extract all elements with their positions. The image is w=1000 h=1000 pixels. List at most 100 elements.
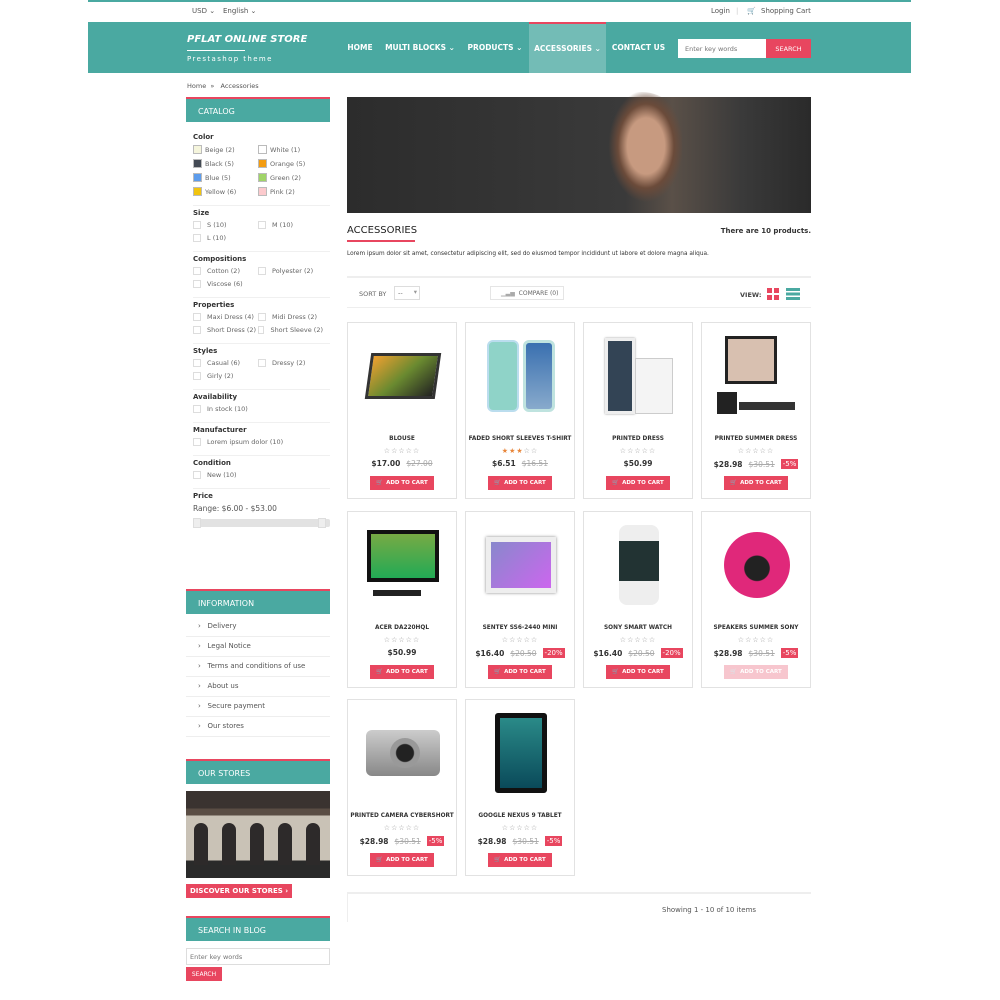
color-swatch[interactable] <box>193 145 202 154</box>
color-swatch[interactable] <box>193 173 202 182</box>
product-card[interactable]: SPEAKERS SUMMER SONY ☆☆☆☆☆ $28.98 $30.51-… <box>701 511 811 688</box>
product-image[interactable] <box>599 333 679 418</box>
breadcrumb-home[interactable]: Home <box>187 82 206 90</box>
filter-option[interactable]: Cotton (2) <box>193 267 258 275</box>
checkbox[interactable] <box>193 359 201 367</box>
product-name[interactable]: GOOGLE NEXUS 9 TABLET <box>466 813 574 819</box>
color-swatch[interactable] <box>258 145 267 154</box>
add-to-cart-button[interactable]: 🛒 ADD TO CART <box>724 665 788 679</box>
product-image[interactable] <box>717 522 797 607</box>
add-to-cart-button[interactable]: 🛒 ADD TO CART <box>606 476 670 490</box>
shopping-cart-link[interactable]: Shopping Cart <box>761 7 811 15</box>
checkbox[interactable] <box>193 326 201 334</box>
discover-stores-button[interactable]: DISCOVER OUR STORES › <box>186 884 293 898</box>
filter-option[interactable]: Dressy (2) <box>258 359 323 367</box>
filter-option[interactable]: Midi Dress (2) <box>258 313 323 321</box>
product-card[interactable]: FADED SHORT SLEEVES T-SHIRT ★★★☆☆ $6.51 $… <box>465 322 575 499</box>
product-card[interactable]: SONY SMART WATCH ☆☆☆☆☆ $16.40 $20.50 -20% … <box>583 511 693 688</box>
compare-button[interactable]: ▁▃▅ COMPARE (0) <box>490 286 564 300</box>
filter-option[interactable]: In stock (10) <box>193 405 323 413</box>
checkbox[interactable] <box>258 359 266 367</box>
search-input[interactable] <box>678 39 766 58</box>
filter-option[interactable]: S (10) <box>193 221 258 229</box>
color-filter-option[interactable]: Black (5) <box>193 159 258 168</box>
checkbox[interactable] <box>258 221 266 229</box>
add-to-cart-button[interactable]: 🛒 ADD TO CART <box>488 665 552 679</box>
slider-handle-min[interactable] <box>193 518 201 528</box>
product-card[interactable]: GOOGLE NEXUS 9 TABLET ☆☆☆☆☆ $28.98 $30.51… <box>465 699 575 876</box>
checkbox[interactable] <box>193 405 201 413</box>
product-card[interactable]: PRINTED CAMERA CYBERSHORT ☆☆☆☆☆ $28.98 $3… <box>347 699 457 876</box>
color-swatch[interactable] <box>193 159 202 168</box>
product-card[interactable]: ACER DA220HQL ☆☆☆☆☆ $50.99 🛒 ADD TO CART <box>347 511 457 688</box>
product-image[interactable] <box>599 522 679 607</box>
checkbox[interactable] <box>258 267 266 275</box>
nav-accessories[interactable]: ACCESSORIES ⌄ <box>529 22 606 73</box>
nav-products[interactable]: PRODUCTS ⌄ <box>462 22 528 73</box>
information-link[interactable]: › Terms and conditions of use <box>186 657 330 677</box>
checkbox[interactable] <box>193 280 201 288</box>
color-swatch[interactable] <box>193 187 202 196</box>
filter-option[interactable]: Short Sleeve (2) <box>258 326 323 334</box>
checkbox[interactable] <box>193 267 201 275</box>
filter-option[interactable]: Short Dress (2) <box>193 326 258 334</box>
product-card[interactable]: PRINTED SUMMER DRESS ☆☆☆☆☆ $28.98 $30.51-… <box>701 322 811 499</box>
checkbox[interactable] <box>193 234 201 242</box>
product-name[interactable]: ACER DA220HQL <box>348 625 456 631</box>
blog-search-button[interactable]: SEARCH <box>186 967 222 981</box>
blog-search-input[interactable] <box>186 948 330 965</box>
filter-option[interactable]: New (10) <box>193 471 323 479</box>
checkbox[interactable] <box>193 313 201 321</box>
checkbox[interactable] <box>193 221 201 229</box>
color-filter-option[interactable]: Orange (5) <box>258 159 323 168</box>
currency-selector[interactable]: USD ⌄ <box>192 7 215 15</box>
product-name[interactable]: PRINTED CAMERA CYBERSHORT <box>348 813 456 819</box>
product-name[interactable]: SPEAKERS SUMMER SONY <box>702 625 810 631</box>
checkbox[interactable] <box>258 326 265 334</box>
add-to-cart-button[interactable]: 🛒 ADD TO CART <box>488 853 552 867</box>
product-name[interactable]: FADED SHORT SLEEVES T-SHIRT <box>466 436 574 442</box>
slider-handle-max[interactable] <box>318 518 326 528</box>
information-link[interactable]: › Our stores <box>186 717 330 737</box>
add-to-cart-button[interactable]: 🛒 ADD TO CART <box>370 665 434 679</box>
sort-select[interactable]: -- ▾ <box>394 286 420 300</box>
product-image[interactable] <box>363 333 443 418</box>
nav-multi-blocks[interactable]: MULTI BLOCKS ⌄ <box>382 22 458 73</box>
product-name[interactable]: SENTEY SS6-2440 MINI <box>466 625 574 631</box>
information-link[interactable]: › Legal Notice <box>186 637 330 657</box>
logo-title[interactable]: PFLAT ONLINE STORE <box>187 34 307 45</box>
list-view-icon[interactable] <box>786 288 800 300</box>
information-link[interactable]: › Delivery <box>186 617 330 637</box>
product-name[interactable]: PRINTED SUMMER DRESS <box>702 436 810 442</box>
filter-option[interactable]: M (10) <box>258 221 323 229</box>
login-link[interactable]: Login <box>711 7 730 15</box>
product-image[interactable] <box>363 522 443 607</box>
color-filter-option[interactable]: Green (2) <box>258 173 323 182</box>
color-filter-option[interactable]: Blue (5) <box>193 173 258 182</box>
color-swatch[interactable] <box>258 159 267 168</box>
add-to-cart-button[interactable]: 🛒 ADD TO CART <box>370 476 434 490</box>
information-link[interactable]: › About us <box>186 677 330 697</box>
checkbox[interactable] <box>193 471 201 479</box>
color-swatch[interactable] <box>258 187 267 196</box>
checkbox[interactable] <box>193 438 201 446</box>
filter-option[interactable]: Casual (6) <box>193 359 258 367</box>
nav-contact-us[interactable]: CONTACT US <box>606 22 671 73</box>
filter-option[interactable]: Polyester (2) <box>258 267 323 275</box>
filter-option[interactable]: L (10) <box>193 234 258 242</box>
color-filter-option[interactable]: Yellow (6) <box>193 187 258 196</box>
product-name[interactable]: SONY SMART WATCH <box>584 625 692 631</box>
filter-option[interactable]: Maxi Dress (4) <box>193 313 258 321</box>
filter-option[interactable]: Girly (2) <box>193 372 258 380</box>
nav-home[interactable]: HOME <box>340 22 380 73</box>
product-card[interactable]: SENTEY SS6-2440 MINI ☆☆☆☆☆ $16.40 $20.50-… <box>465 511 575 688</box>
add-to-cart-button[interactable]: 🛒 ADD TO CART <box>488 476 552 490</box>
color-filter-option[interactable]: Pink (2) <box>258 187 323 196</box>
product-card[interactable]: BLOUSE ☆☆☆☆☆ $17.00 $27.00 🛒 ADD TO CART <box>347 322 457 499</box>
search-button[interactable]: SEARCH <box>766 39 811 58</box>
product-name[interactable]: PRINTED DRESS <box>584 436 692 442</box>
information-link[interactable]: › Secure payment <box>186 697 330 717</box>
filter-option[interactable]: Viscose (6) <box>193 280 258 288</box>
filter-option[interactable]: Lorem ipsum dolor (10) <box>193 438 323 446</box>
language-selector[interactable]: English ⌄ <box>223 7 256 15</box>
